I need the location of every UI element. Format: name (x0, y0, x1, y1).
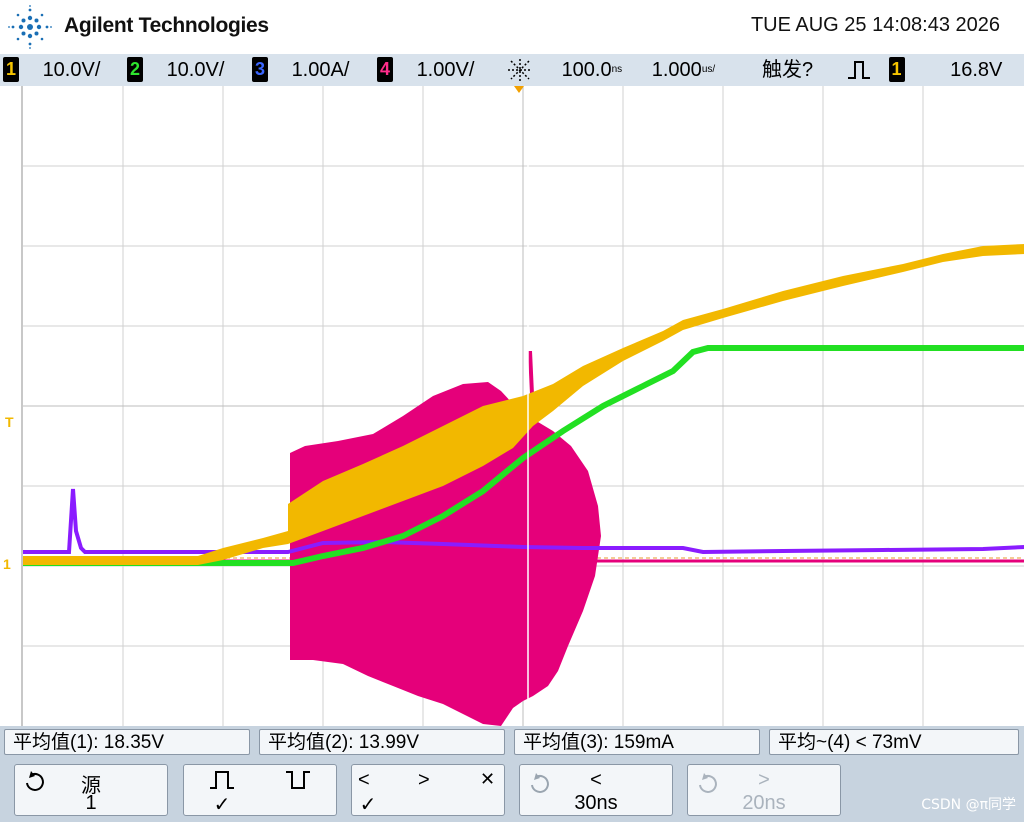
time-reference-value: 100.0 (561, 59, 612, 81)
close-icon: ✕ (480, 769, 496, 789)
waveform-graph (23, 86, 1024, 726)
watermark: CSDN @π同学 (921, 797, 1016, 813)
time-scale-unit: us/ (701, 64, 716, 75)
channel-3-scale: 1.00A/ (291, 59, 350, 81)
channel-4-status[interactable]: 4 1.00V/ (377, 57, 474, 83)
time-scale-value: 1.000 (651, 59, 702, 81)
falling-edge-icon (286, 771, 310, 789)
trigger-level: 16.8V (950, 59, 1003, 81)
time-reference-unit: ns (611, 64, 623, 75)
trigger-marker-label: T (5, 414, 14, 430)
softkey-left-arrow: < (358, 769, 370, 791)
channel-4-badge: 4 (377, 57, 393, 82)
channel-status-bar: 1 10.0V/ 2 10.0V/ 3 1.00A/ 4 1.00V/ 100.… (0, 54, 1024, 86)
trigger-status[interactable]: 1 16.8V (845, 57, 1002, 83)
softkey-left-time-arrow: < (590, 769, 602, 791)
softkey-right-arrow: > (418, 769, 430, 791)
channel-3-status[interactable]: 3 1.00A/ (252, 57, 349, 83)
waveform-display[interactable] (21, 86, 1024, 726)
channel-2-status[interactable]: 2 10.0V/ (127, 57, 224, 83)
measurement-ch4-average[interactable]: 平均~(4) < 73mV (769, 729, 1019, 755)
header-bar: Agilent Technologies TUE AUG 25 14:08:43… (0, 0, 1024, 54)
ground-marker-label: 1 (3, 556, 11, 572)
time-reference-icon (508, 59, 532, 81)
softkey-source-value: 1 (85, 792, 97, 814)
rising-edge-icon (210, 771, 234, 789)
measurement-ch1-average[interactable]: 平均值(1): 18.35V (4, 729, 250, 755)
measurement-ch3-average[interactable]: 平均值(3): 159mA (514, 729, 760, 755)
trigger-source-badge: 1 (888, 57, 905, 82)
channel-3-badge: 3 (252, 57, 268, 82)
softkey-arrows[interactable]: < > ✕ ✓ (351, 764, 505, 816)
softkey-bar: 源 1 ✓ < > ✕ ✓ < 30ns > 20ns (0, 758, 1024, 822)
measurement-ch2-average[interactable]: 平均值(2): 13.99V (259, 729, 505, 755)
softkey-rising-check: ✓ (213, 794, 231, 816)
trigger-state: 触发? (762, 59, 814, 81)
softkey-left-time[interactable]: < 30ns (519, 764, 673, 816)
channel-2-scale: 10.0V/ (166, 59, 225, 81)
channel-1-status[interactable]: 1 10.0V/ (3, 57, 100, 83)
channel-1-scale: 10.0V/ (42, 59, 101, 81)
channel-4-scale: 1.00V/ (416, 59, 475, 81)
channel-2-badge: 2 (127, 57, 143, 82)
date-time: TUE AUG 25 14:08:43 2026 (750, 14, 1000, 36)
channel-1-ground-marker[interactable]: 1 (3, 556, 11, 572)
measurement-bar: 平均值(1): 18.35V 平均值(2): 13.99V 平均值(3): 15… (0, 726, 1024, 758)
channel-1-badge: 1 (3, 57, 19, 82)
softkey-source[interactable]: 源 1 (14, 764, 168, 816)
agilent-spark-logo-icon (8, 5, 52, 49)
brand-name: Agilent Technologies (64, 14, 269, 37)
softkey-arrows-check: ✓ (359, 794, 377, 816)
trigger-level-marker[interactable]: T (5, 414, 14, 430)
softkey-left-time-value: 30ns (574, 792, 618, 814)
softkey-right-time[interactable]: > 20ns (687, 764, 841, 816)
trigger-edge-icon (848, 61, 870, 79)
softkey-right-time-value: 20ns (742, 792, 786, 814)
softkey-right-time-arrow: > (758, 769, 770, 791)
horizontal-status[interactable]: 100.0ns 1.000us/ (506, 57, 715, 83)
